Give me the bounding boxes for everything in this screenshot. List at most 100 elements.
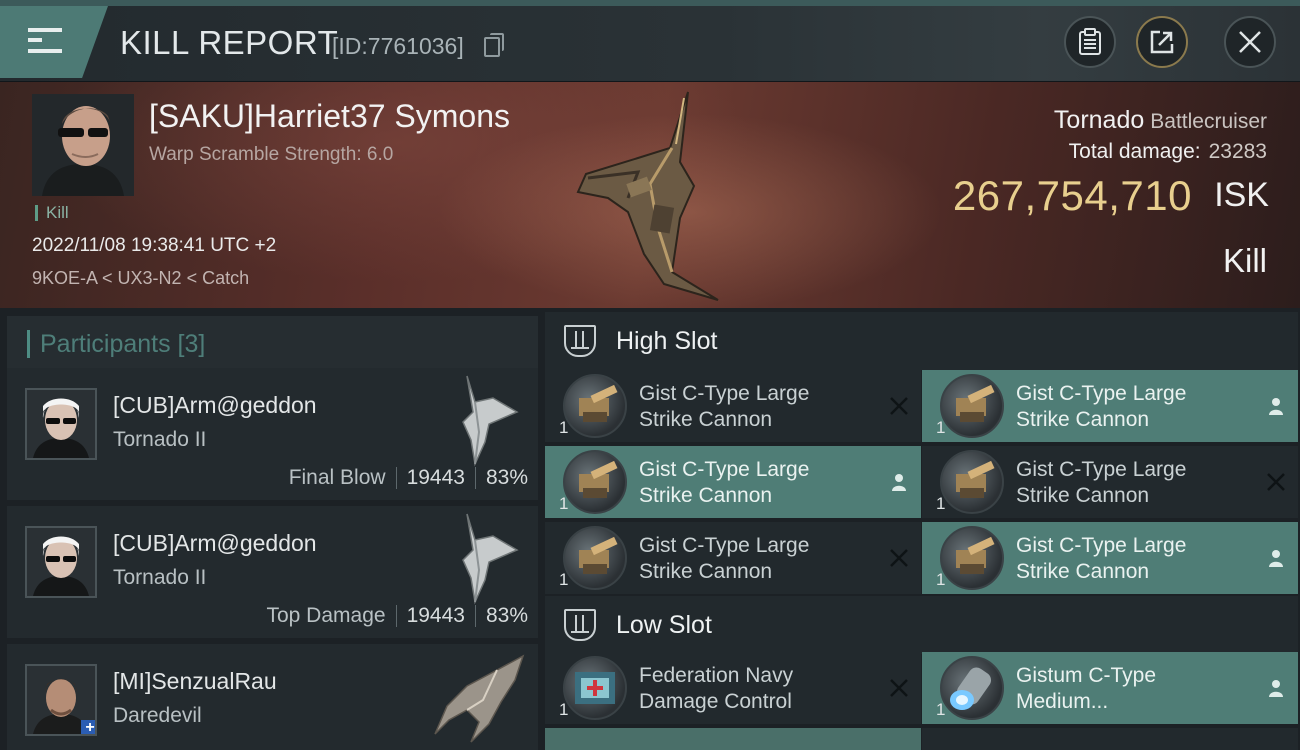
- menu-icon-bar: [28, 38, 42, 42]
- participant-stats: Final Blow 19443 83%: [289, 466, 528, 490]
- module-name-line2: Medium...: [1016, 690, 1109, 713]
- module-name-line2: Strike Cannon: [639, 408, 773, 431]
- dropped-person-icon: [1264, 546, 1288, 570]
- dropped-person-icon: [1264, 394, 1288, 418]
- module-name-line1: Gist C-Type Large: [639, 382, 810, 405]
- module-item[interactable]: 1 Gist C-Type Large Strike Cannon: [545, 522, 921, 594]
- participant-ship-image: [462, 375, 519, 467]
- module-name: Gist C-Type Large Strike Cannon: [639, 381, 879, 433]
- module-name-line1: Federation Navy: [639, 664, 794, 687]
- module-name-line2: Strike Cannon: [1016, 408, 1150, 431]
- cannon-module-icon: [940, 374, 1004, 438]
- module-quantity: 1: [936, 494, 946, 513]
- participant-role: Top Damage: [266, 604, 386, 627]
- stats-divider: [474, 605, 476, 627]
- warp-scramble-strength: Warp Scramble Strength: 6.0: [149, 144, 394, 165]
- module-quantity: 1: [559, 570, 569, 589]
- cannon-module-icon: [563, 450, 627, 514]
- cannon-module-icon: [563, 374, 627, 438]
- energy-module-icon: [940, 656, 1004, 720]
- module-name: Gist C-Type Large Strike Cannon: [639, 533, 879, 585]
- module-name-line1: Gist C-Type Large: [1016, 382, 1187, 405]
- victim-portrait: [32, 94, 134, 196]
- close-icon: [1239, 31, 1261, 53]
- module-item[interactable]: 1 Gist C-Type Large Strike Cannon: [922, 370, 1298, 442]
- participant-ship: Tornado II: [113, 428, 207, 451]
- module-item[interactable]: 1 Gist C-Type Large Strike Cannon: [922, 446, 1298, 518]
- participant-portrait: [27, 528, 95, 596]
- module-quantity: 1: [936, 418, 946, 437]
- kill-datetime: 2022/11/08 19:38:41 UTC +2: [32, 235, 277, 256]
- participant-name: [MI]SenzualRau: [113, 668, 277, 694]
- module-quantity: 1: [936, 700, 946, 719]
- module-item[interactable]: 1 Gist C-Type Large Strike Cannon: [922, 522, 1298, 594]
- cannon-module-icon: [940, 526, 1004, 590]
- menu-icon: [28, 28, 62, 32]
- module-name: Gist C-Type Large Strike Cannon: [1016, 457, 1256, 509]
- low-slot-header: Low Slot: [545, 596, 1298, 654]
- module-name-line2: Strike Cannon: [1016, 560, 1150, 583]
- module-name: Gistum C-Type Medium...: [1016, 663, 1256, 715]
- destroyed-x-icon: [887, 676, 911, 700]
- participant-row[interactable]: [CUB]Arm@geddon Tornado II Final Blow 19…: [7, 368, 538, 500]
- participants-label: Participants [3]: [40, 329, 206, 358]
- participant-name: [CUB]Arm@geddon: [113, 392, 317, 418]
- victim-avatar[interactable]: [32, 94, 134, 196]
- participant-stats: Top Damage 19443 83%: [266, 604, 528, 628]
- stats-divider: [395, 605, 397, 627]
- high-slot-header: High Slot: [545, 312, 1298, 370]
- participant-row[interactable]: [CUB]Arm@geddon Tornado II Top Damage 19…: [7, 506, 538, 638]
- module-name: Gist C-Type Large Strike Cannon: [1016, 381, 1256, 433]
- destroyed-x-icon: [887, 546, 911, 570]
- menu-button[interactable]: [0, 6, 108, 78]
- destroyed-x-icon: [1264, 470, 1288, 494]
- header-accent-line: [0, 0, 1300, 6]
- low-slot-title: Low Slot: [616, 610, 712, 639]
- dropped-person-icon: [887, 470, 911, 494]
- module-name-line1: Gistum C-Type: [1016, 664, 1157, 687]
- victim-name[interactable]: [SAKU]Harriet37 Symons: [149, 98, 510, 135]
- participant-damage: 19443: [406, 604, 465, 627]
- clipboard-button[interactable]: [1064, 16, 1116, 68]
- module-name-line2: Strike Cannon: [639, 560, 773, 583]
- close-button[interactable]: [1224, 16, 1276, 68]
- module-item[interactable]: [545, 728, 921, 750]
- cannon-module-icon: [563, 526, 627, 590]
- destroyed-x-icon: [887, 394, 911, 418]
- participant-percent: 83%: [485, 466, 528, 489]
- participants-header[interactable]: Participants [3]: [7, 316, 538, 372]
- ship-name-text: Tornado: [1053, 106, 1145, 134]
- isk-value: 267,754,710: [952, 172, 1192, 219]
- participant-ship-image: [434, 654, 525, 743]
- copy-id-icon[interactable]: [484, 33, 504, 57]
- module-name-line1: Gist C-Type Large: [639, 534, 810, 557]
- result-label: Kill: [1222, 242, 1267, 279]
- participant-avatar: [25, 526, 97, 598]
- module-name-line2: Strike Cannon: [639, 484, 773, 507]
- stats-divider: [474, 467, 476, 489]
- module-name-line2: Damage Control: [639, 690, 792, 713]
- kill-location[interactable]: 9KOE-A < UX3-N2 < Catch: [32, 268, 249, 289]
- module-item[interactable]: 1 Gistum C-Type Medium...: [922, 652, 1298, 724]
- participant-row[interactable]: + [MI]SenzualRau Daredevil: [7, 644, 538, 750]
- report-id: [ID:7761036]: [332, 33, 464, 59]
- fitting-panel: High Slot 1 Gist C-Type Large Strike Cann…: [541, 308, 1300, 750]
- module-item[interactable]: 1 Gist C-Type Large Strike Cannon: [545, 446, 921, 518]
- share-button[interactable]: [1136, 16, 1188, 68]
- module-item[interactable]: 1 Gist C-Type Large Strike Cannon: [545, 370, 921, 442]
- module-name: Gist C-Type Large Strike Cannon: [639, 457, 879, 509]
- total-damage-label: Total damage:: [1068, 140, 1201, 163]
- module-item[interactable]: 1 Federation Navy Damage Control: [545, 652, 921, 724]
- participant-ship: Daredevil: [113, 704, 202, 727]
- module-name-line2: Strike Cannon: [1016, 484, 1150, 507]
- header-bar: KILL REPORT [ID:7761036]: [0, 0, 1300, 82]
- participant-portrait: [27, 390, 95, 458]
- victim-ship-name[interactable]: Tornado Battlecruiser: [1054, 106, 1267, 135]
- share-icon: [1150, 30, 1174, 54]
- cannon-module-icon: [940, 450, 1004, 514]
- module-item[interactable]: [922, 728, 1298, 750]
- high-slot-title: High Slot: [616, 326, 718, 355]
- victim-ship-image[interactable]: [568, 88, 738, 302]
- page-title: KILL REPORT: [120, 24, 339, 61]
- damage-control-module-icon: [563, 656, 627, 720]
